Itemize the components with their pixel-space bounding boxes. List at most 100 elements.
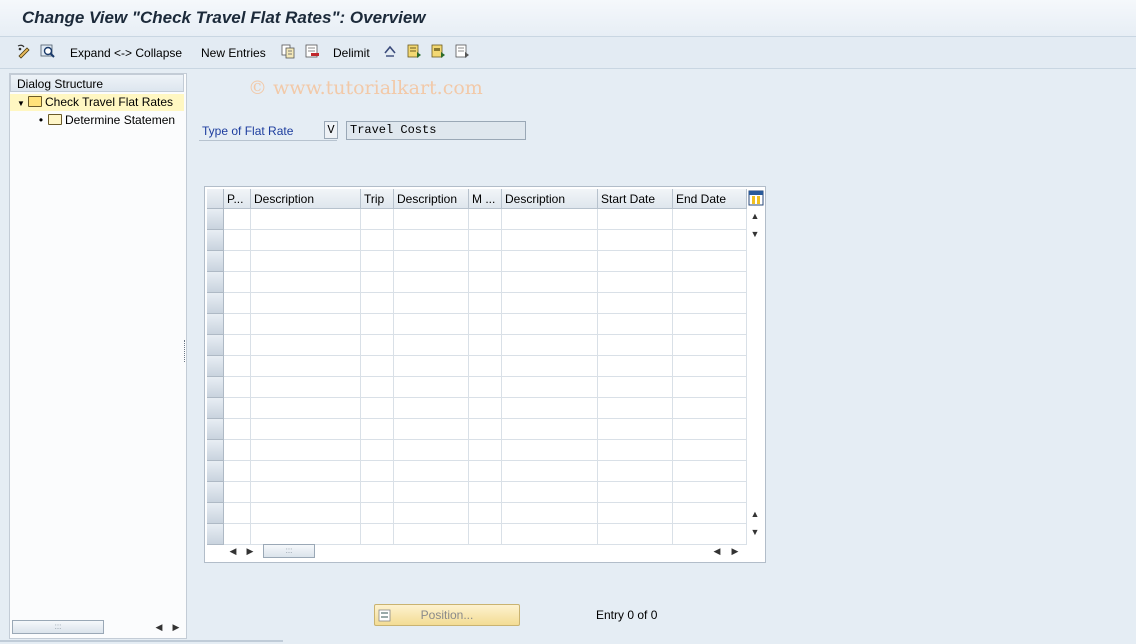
table-cell[interactable] xyxy=(469,335,502,356)
table-cell[interactable] xyxy=(224,524,251,545)
table-cell[interactable] xyxy=(251,524,361,545)
column-header[interactable]: Start Date xyxy=(598,189,673,209)
row-selector[interactable] xyxy=(207,314,224,335)
table-cell[interactable] xyxy=(251,461,361,482)
table-cell[interactable] xyxy=(224,503,251,524)
column-header[interactable]: P... xyxy=(224,189,251,209)
table-cell[interactable] xyxy=(469,482,502,503)
table-cell[interactable] xyxy=(598,335,673,356)
type-of-flat-rate-field[interactable]: V xyxy=(324,121,338,139)
scroll-left-icon[interactable]: ◀ xyxy=(226,544,240,558)
table-cell[interactable] xyxy=(394,272,469,293)
table-cell[interactable] xyxy=(502,440,598,461)
table-cell[interactable] xyxy=(394,482,469,503)
table-cell[interactable] xyxy=(598,524,673,545)
table-cell[interactable] xyxy=(502,503,598,524)
table-cell[interactable] xyxy=(673,314,747,335)
table-cell[interactable] xyxy=(394,251,469,272)
table-cell[interactable] xyxy=(469,293,502,314)
table-cell[interactable] xyxy=(469,503,502,524)
row-selector[interactable] xyxy=(207,419,224,440)
table-cell[interactable] xyxy=(502,272,598,293)
column-header[interactable]: Trip xyxy=(361,189,394,209)
table-cell[interactable] xyxy=(502,251,598,272)
table-cell[interactable] xyxy=(469,251,502,272)
table-cell[interactable] xyxy=(502,314,598,335)
new-entries-button[interactable]: New Entries xyxy=(201,44,266,62)
table-cell[interactable] xyxy=(361,356,394,377)
table-cell[interactable] xyxy=(251,209,361,230)
table-cell[interactable] xyxy=(502,419,598,440)
table-cell[interactable] xyxy=(502,293,598,314)
table-cell[interactable] xyxy=(224,272,251,293)
scroll-left-icon[interactable]: ◀ xyxy=(710,544,724,558)
table-cell[interactable] xyxy=(673,251,747,272)
table-cell[interactable] xyxy=(673,524,747,545)
table-cell[interactable] xyxy=(251,293,361,314)
table-cell[interactable] xyxy=(224,209,251,230)
table-cell[interactable] xyxy=(394,461,469,482)
copy-as-icon[interactable] xyxy=(280,43,296,59)
scroll-left-icon[interactable]: ◀ xyxy=(152,620,166,634)
table-cell[interactable] xyxy=(598,293,673,314)
table-cell[interactable] xyxy=(394,440,469,461)
table-cell[interactable] xyxy=(394,398,469,419)
table-cell[interactable] xyxy=(502,398,598,419)
table-cell[interactable] xyxy=(469,356,502,377)
table-cell[interactable] xyxy=(673,398,747,419)
table-cell[interactable] xyxy=(673,503,747,524)
table-cell[interactable] xyxy=(361,230,394,251)
table-cell[interactable] xyxy=(673,419,747,440)
table-cell[interactable] xyxy=(598,419,673,440)
table-cell[interactable] xyxy=(361,377,394,398)
table-cell[interactable] xyxy=(224,230,251,251)
table-cell[interactable] xyxy=(394,209,469,230)
column-header[interactable]: End Date xyxy=(673,189,747,209)
expand-collapse-button[interactable]: Expand <-> Collapse xyxy=(70,44,182,62)
row-selector[interactable] xyxy=(207,377,224,398)
table-cell[interactable] xyxy=(361,251,394,272)
position-button[interactable]: Position... xyxy=(374,604,520,626)
table-cell[interactable] xyxy=(251,398,361,419)
table-cell[interactable] xyxy=(251,251,361,272)
row-selector[interactable] xyxy=(207,440,224,461)
row-selector[interactable] xyxy=(207,524,224,545)
select-all-rows-corner[interactable] xyxy=(207,189,224,209)
row-selector[interactable] xyxy=(207,272,224,293)
table-cell[interactable] xyxy=(502,230,598,251)
table-cell[interactable] xyxy=(598,440,673,461)
scroll-right-icon[interactable]: ▶ xyxy=(243,544,257,558)
table-cell[interactable] xyxy=(394,503,469,524)
table-cell[interactable] xyxy=(361,209,394,230)
table-cell[interactable] xyxy=(673,335,747,356)
scroll-up-icon[interactable]: ▲ xyxy=(748,209,762,223)
table-cell[interactable] xyxy=(394,524,469,545)
panel-splitter[interactable] xyxy=(184,340,187,362)
table-cell[interactable] xyxy=(673,230,747,251)
table-cell[interactable] xyxy=(224,314,251,335)
table-cell[interactable] xyxy=(598,251,673,272)
table-horizontal-scrollbar[interactable]: ◀ ▶ ::: ◀ ▶ xyxy=(224,543,747,559)
panel-horizontal-scrollbar[interactable]: ::: ◀ ▶ xyxy=(12,619,184,635)
tree-item-determine-statement[interactable]: • Determine Statemen xyxy=(10,112,184,129)
table-cell[interactable] xyxy=(502,335,598,356)
table-cell[interactable] xyxy=(224,398,251,419)
table-cell[interactable] xyxy=(394,293,469,314)
table-cell[interactable] xyxy=(469,524,502,545)
table-cell[interactable] xyxy=(598,377,673,398)
table-cell[interactable] xyxy=(224,440,251,461)
table-cell[interactable] xyxy=(598,356,673,377)
table-scroll-thumb[interactable]: ::: xyxy=(263,544,315,558)
delete-icon[interactable] xyxy=(304,43,320,59)
table-cell[interactable] xyxy=(394,335,469,356)
table-cell[interactable] xyxy=(361,461,394,482)
table-cell[interactable] xyxy=(598,209,673,230)
table-cell[interactable] xyxy=(394,419,469,440)
table-cell[interactable] xyxy=(598,482,673,503)
table-cell[interactable] xyxy=(502,524,598,545)
table-cell[interactable] xyxy=(224,293,251,314)
delimit-button[interactable]: Delimit xyxy=(333,44,370,62)
row-selector[interactable] xyxy=(207,293,224,314)
tree-item-check-travel-flat-rates[interactable]: ▼ Check Travel Flat Rates xyxy=(10,94,184,111)
table-cell[interactable] xyxy=(673,209,747,230)
